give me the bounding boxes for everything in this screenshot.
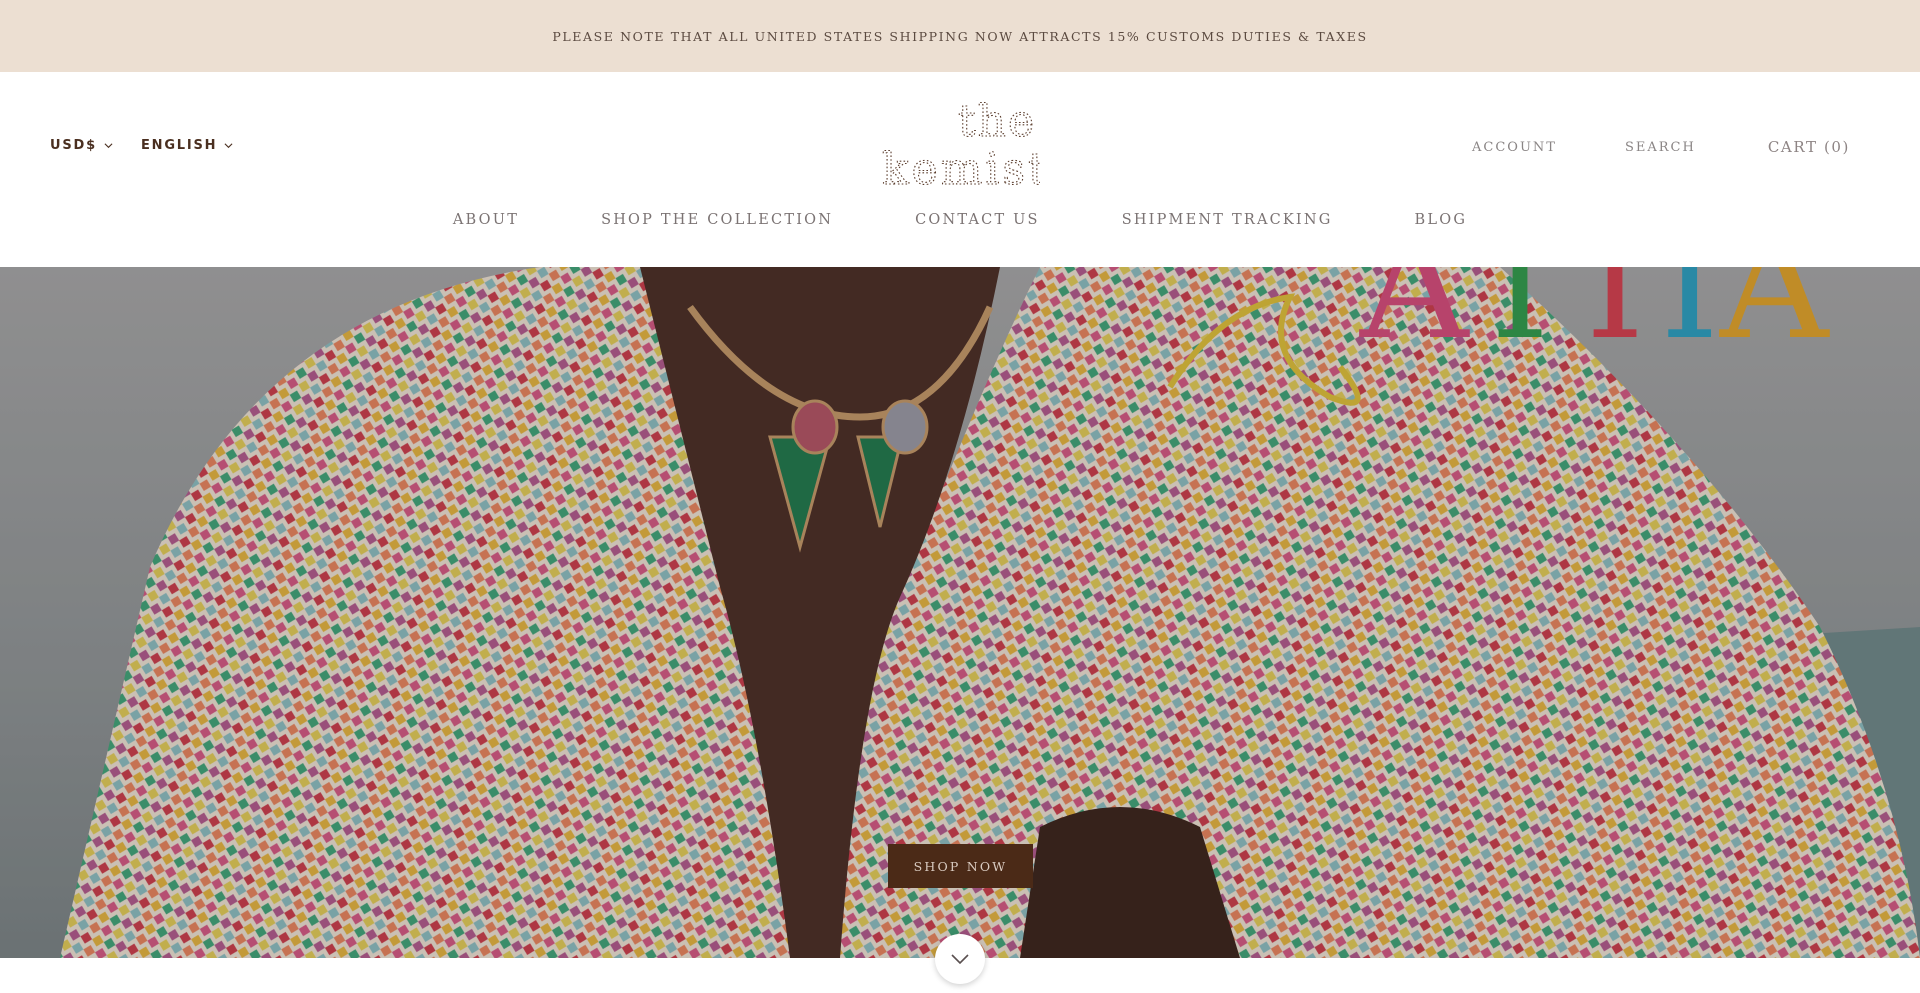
scroll-down-button[interactable] [935, 934, 985, 984]
announcement-text: PLEASE NOTE THAT ALL UNITED STATES SHIPP… [552, 28, 1368, 44]
search-link[interactable]: SEARCH [1625, 140, 1696, 155]
currency-label: USD$ [50, 138, 97, 153]
site-header: USD$ ENGLISH the kemist ACCOUNT SEARCH C… [0, 72, 1920, 267]
chevron-down-icon [951, 954, 969, 965]
nav-item-about[interactable]: ABOUT [453, 212, 519, 228]
locale-selectors: USD$ ENGLISH [50, 138, 233, 153]
chevron-down-icon [104, 143, 113, 149]
main-nav: ABOUT SHOP THE COLLECTION CONTACT US SHI… [0, 212, 1920, 228]
shop-now-button[interactable]: SHOP NOW [888, 844, 1033, 888]
currency-selector[interactable]: USD$ [50, 138, 113, 153]
nav-item-contact-us[interactable]: CONTACT US [915, 212, 1040, 228]
nav-item-blog[interactable]: BLOG [1415, 212, 1468, 228]
account-link[interactable]: ACCOUNT [1472, 140, 1557, 155]
header-actions: ACCOUNT SEARCH CART (0) [1472, 138, 1850, 156]
logo-text-line1: the [958, 102, 1036, 147]
hero-banner: A T T I A SHOP NOW [0, 267, 1920, 958]
language-selector[interactable]: ENGLISH [141, 138, 233, 153]
nav-item-shop-the-collection[interactable]: SHOP THE COLLECTION [601, 212, 833, 228]
announcement-bar: PLEASE NOTE THAT ALL UNITED STATES SHIPP… [0, 0, 1920, 72]
logo-text-line2: kemist [882, 144, 1040, 190]
nav-item-shipment-tracking[interactable]: SHIPMENT TRACKING [1122, 212, 1333, 228]
cart-link[interactable]: CART (0) [1768, 138, 1850, 156]
language-label: ENGLISH [140, 138, 218, 153]
chevron-down-icon [224, 143, 233, 149]
site-logo[interactable]: the kemist [880, 95, 1046, 195]
